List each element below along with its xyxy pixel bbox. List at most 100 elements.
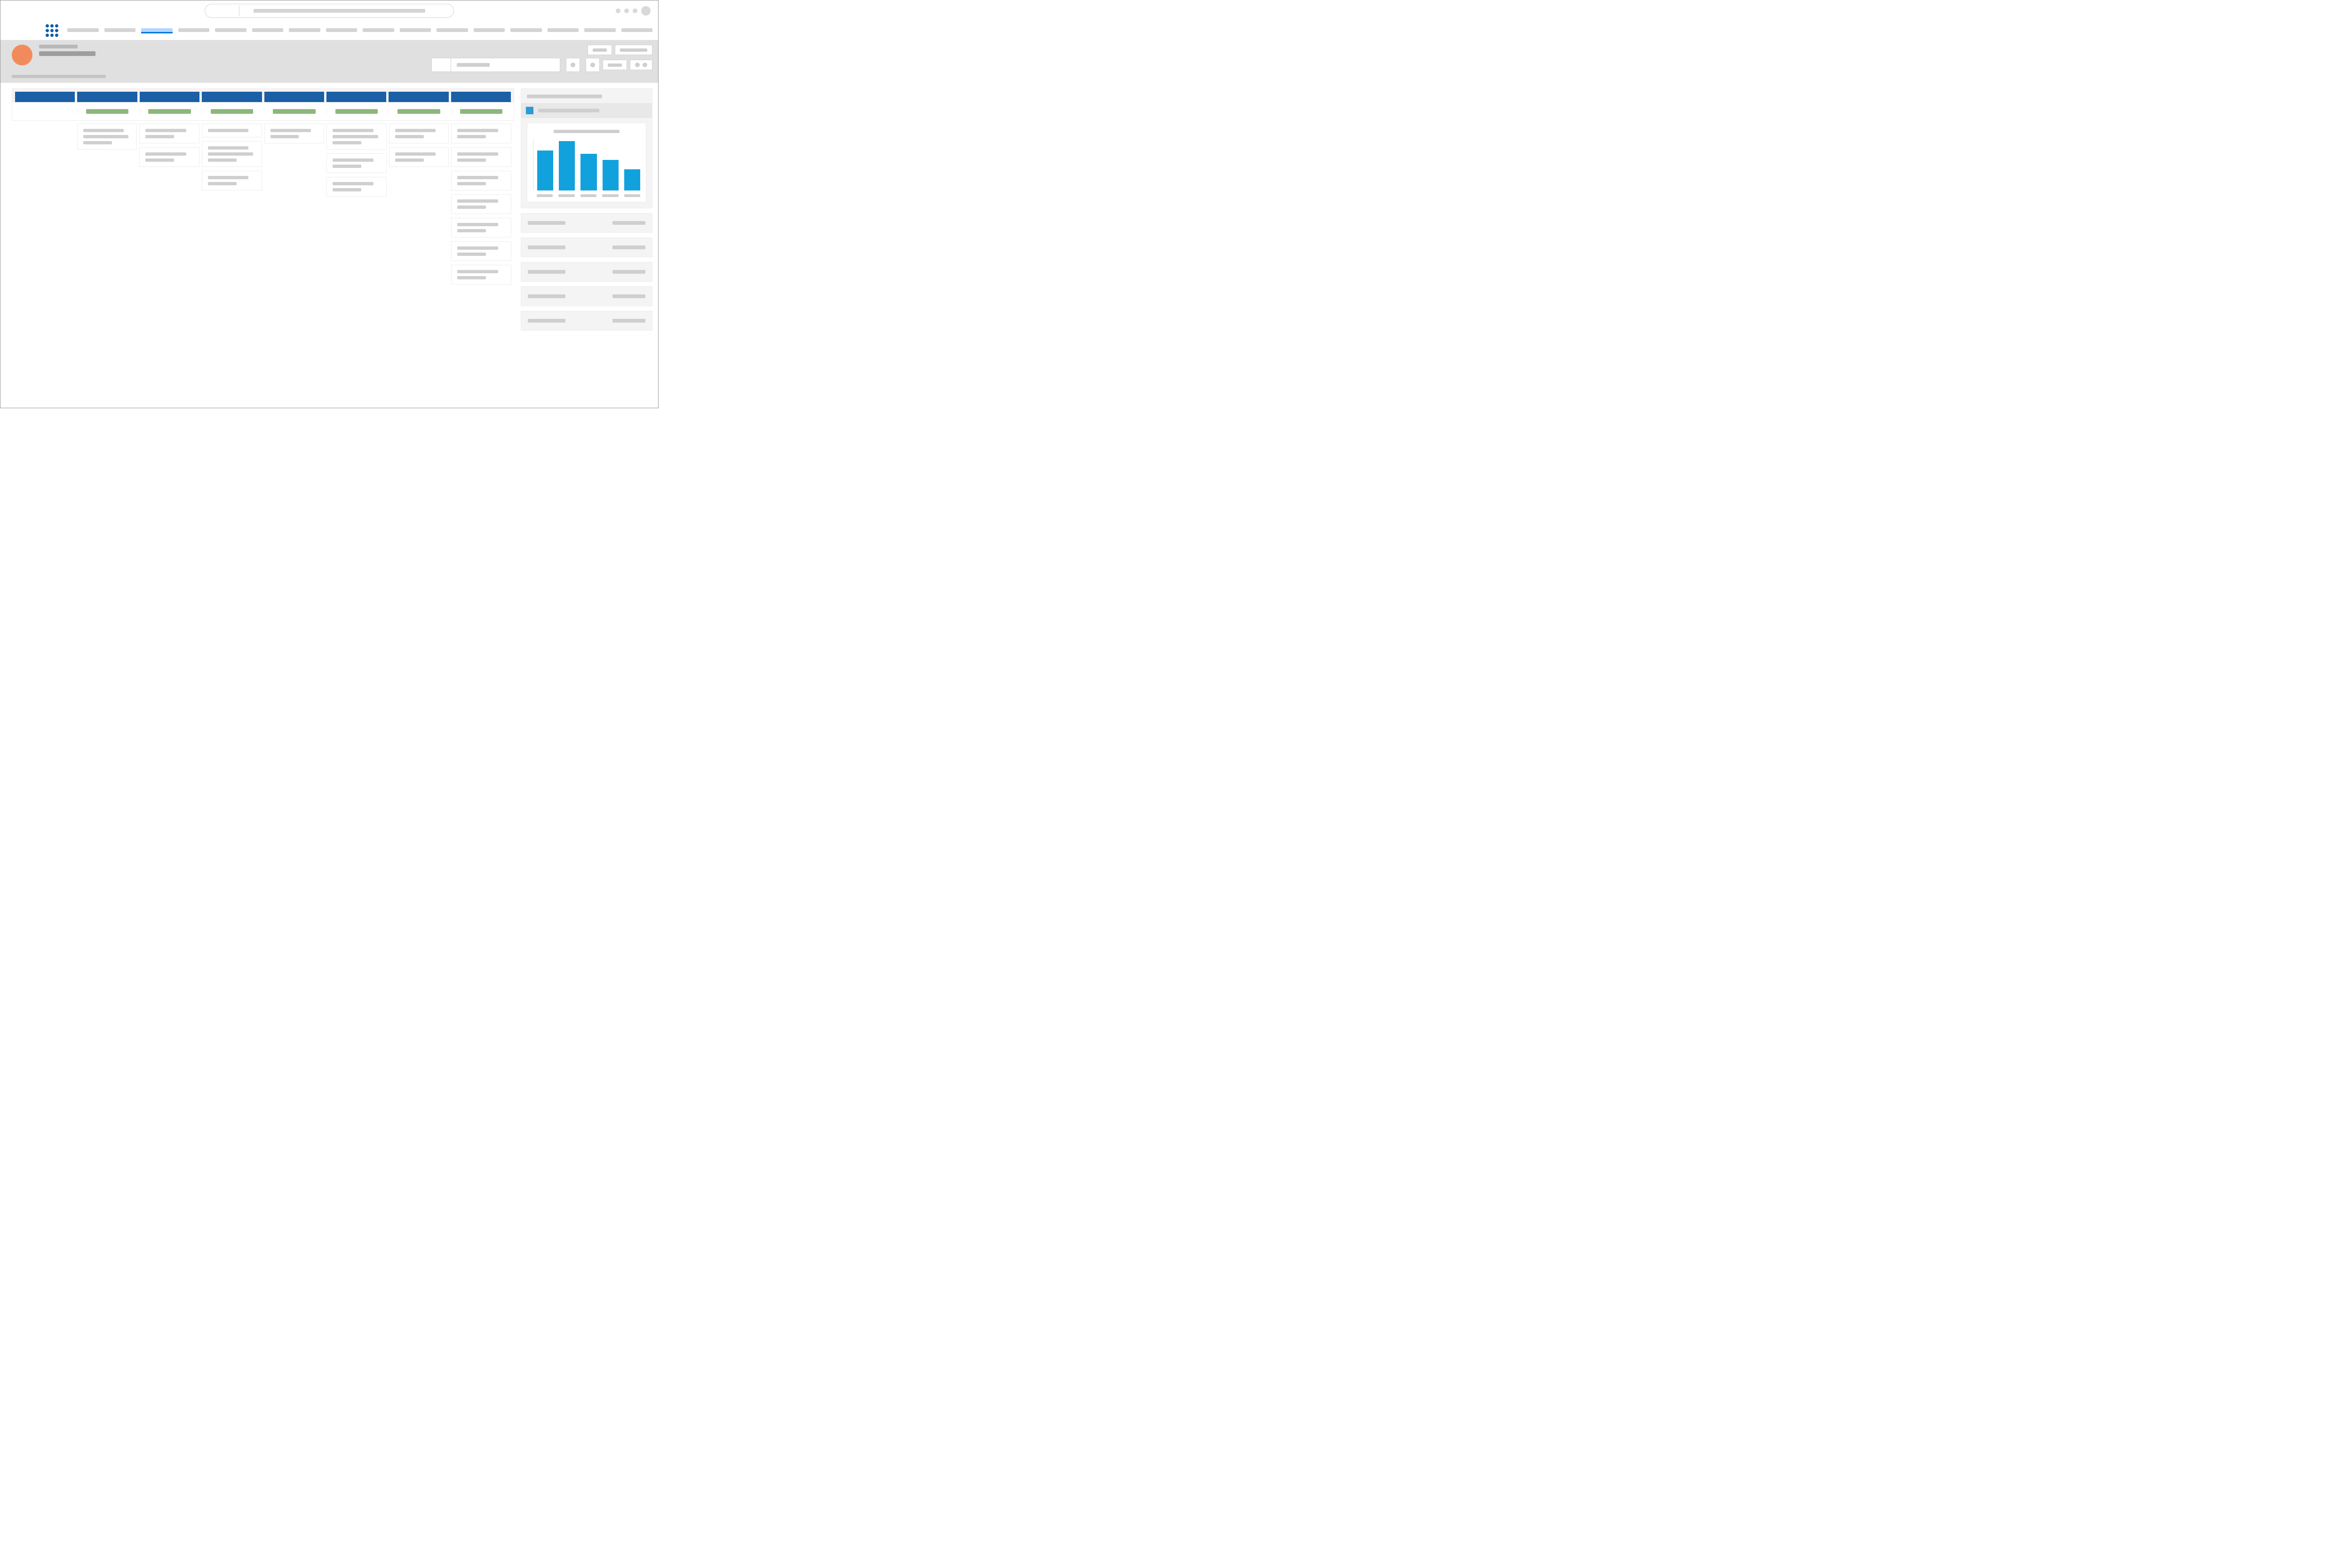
- header-action-icon[interactable]: [616, 8, 620, 13]
- kanban-column-header[interactable]: [326, 92, 386, 102]
- kanban-card[interactable]: [389, 147, 449, 167]
- nav-tab[interactable]: [67, 28, 99, 32]
- nav-tab[interactable]: [584, 28, 616, 32]
- chart-x-label: [624, 194, 640, 197]
- side-item-label: [528, 245, 565, 249]
- card-text-line: [83, 129, 124, 132]
- nav-tab[interactable]: [178, 28, 210, 32]
- nav-tab[interactable]: [215, 28, 246, 32]
- nav-tab[interactable]: [621, 28, 653, 32]
- card-text-line: [457, 152, 498, 156]
- side-tab-label[interactable]: [538, 109, 599, 112]
- search-scope-select[interactable]: [431, 58, 451, 72]
- card-text-line: [457, 129, 498, 132]
- search-placeholder: [254, 9, 425, 13]
- card-text-line: [457, 229, 486, 232]
- side-item-value: [612, 294, 645, 298]
- nav-tab[interactable]: [437, 28, 468, 32]
- header-action-icon[interactable]: [633, 8, 637, 13]
- kanban-card[interactable]: [451, 171, 511, 190]
- nav-tab[interactable]: [474, 28, 505, 32]
- card-text-line: [208, 158, 237, 162]
- kanban-card[interactable]: [264, 124, 325, 143]
- card-text-line: [457, 276, 486, 279]
- kanban-card[interactable]: [451, 218, 511, 238]
- side-item-label: [528, 294, 565, 298]
- kanban-card[interactable]: [451, 265, 511, 285]
- app-nav: [0, 21, 658, 40]
- kanban-card[interactable]: [77, 124, 137, 150]
- app-launcher-icon[interactable]: [46, 24, 58, 37]
- card-text-line: [208, 129, 248, 132]
- kanban-column-header[interactable]: [77, 92, 137, 102]
- kanban-column-header[interactable]: [140, 92, 199, 102]
- header-button-b[interactable]: [615, 45, 652, 55]
- header-button-c[interactable]: [603, 60, 627, 70]
- kanban-card[interactable]: [389, 124, 449, 143]
- side-list-item[interactable]: [521, 213, 652, 233]
- kanban-card[interactable]: [202, 124, 262, 137]
- kanban-card[interactable]: [451, 124, 511, 143]
- kanban-column-header[interactable]: [202, 92, 262, 102]
- nav-tab[interactable]: [363, 28, 394, 32]
- kanban-card[interactable]: [202, 141, 262, 167]
- header-button-d[interactable]: [630, 60, 652, 70]
- nav-tab[interactable]: [548, 28, 579, 32]
- card-text-line: [457, 199, 498, 203]
- kanban-card[interactable]: [326, 153, 387, 173]
- card-text-line: [395, 152, 436, 156]
- card-text-line: [457, 253, 486, 256]
- search-input[interactable]: [451, 58, 560, 72]
- kanban-sublabel: [211, 109, 254, 114]
- kanban-card[interactable]: [139, 124, 199, 143]
- chart-bar: [537, 150, 553, 190]
- kanban-sublabel: [335, 109, 378, 114]
- side-item-value: [612, 245, 645, 249]
- kanban-column-header[interactable]: [15, 92, 75, 102]
- kanban-card[interactable]: [451, 241, 511, 261]
- action-icon-button[interactable]: [566, 58, 580, 72]
- kanban-column-header[interactable]: [451, 92, 511, 102]
- chart-x-labels: [533, 194, 640, 197]
- chart-title: [554, 130, 620, 133]
- action-icon-button[interactable]: [586, 58, 600, 72]
- side-list-item[interactable]: [521, 286, 652, 306]
- nav-tab[interactable]: [289, 28, 320, 32]
- chart-x-label: [580, 194, 596, 197]
- card-text-line: [457, 158, 486, 162]
- kanban-card[interactable]: [326, 124, 387, 150]
- list-search[interactable]: [431, 58, 560, 72]
- side-list-item[interactable]: [521, 238, 652, 257]
- nav-tab[interactable]: [252, 28, 284, 32]
- kanban-sublabel: [460, 109, 503, 114]
- kanban-card[interactable]: [139, 147, 199, 167]
- kanban-card[interactable]: [451, 147, 511, 167]
- nav-tab[interactable]: [400, 28, 431, 32]
- nav-tab[interactable]: [510, 28, 542, 32]
- kanban-column-header[interactable]: [389, 92, 448, 102]
- kanban-board: [12, 88, 514, 331]
- global-search[interactable]: [205, 4, 454, 18]
- nav-tab[interactable]: [104, 28, 136, 32]
- card-text-line: [457, 206, 486, 209]
- avatar-icon[interactable]: [641, 6, 651, 16]
- kanban-card[interactable]: [451, 194, 511, 214]
- card-text-line: [208, 152, 254, 156]
- side-list-item[interactable]: [521, 262, 652, 282]
- chart-bar: [603, 160, 619, 190]
- nav-tab[interactable]: [326, 28, 358, 32]
- nav-tab[interactable]: [141, 28, 173, 33]
- kanban-card[interactable]: [326, 177, 387, 197]
- side-list-item[interactable]: [521, 311, 652, 331]
- card-text-line: [270, 135, 299, 138]
- side-panel-title: [527, 95, 602, 98]
- header-action-icon[interactable]: [624, 8, 629, 13]
- header-button-a[interactable]: [588, 45, 612, 55]
- side-panel: [521, 88, 652, 331]
- card-text-line: [333, 158, 373, 162]
- card-text-line: [457, 176, 498, 179]
- kanban-card[interactable]: [202, 171, 262, 190]
- kanban-column-header[interactable]: [264, 92, 324, 102]
- kanban-sublabel: [86, 109, 129, 114]
- card-text-line: [83, 135, 129, 138]
